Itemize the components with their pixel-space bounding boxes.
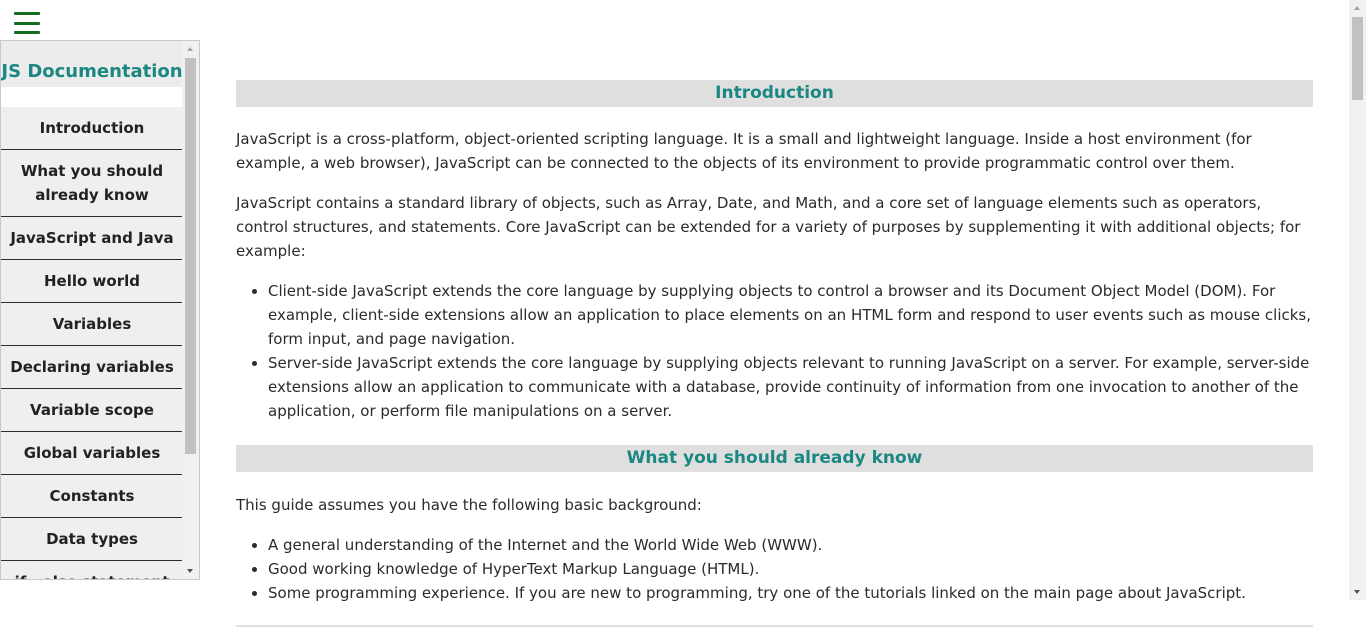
list-item: Some programming experience. If you are … — [268, 581, 1313, 605]
sidebar-scrollbar-thumb[interactable] — [185, 58, 196, 454]
scroll-up-arrow-icon[interactable] — [187, 47, 193, 51]
sidebar-item-global-variables[interactable]: Global variables — [1, 432, 183, 475]
intro-list: Client-side JavaScript extends the core … — [236, 279, 1313, 423]
section-what-you-should-already-know: What you should already know This guide … — [236, 445, 1313, 605]
sidebar-item-constants[interactable]: Constants — [1, 475, 183, 518]
sidebar-item-if-else-statement[interactable]: if...else statement — [1, 561, 183, 579]
sidebar-item-variable-scope[interactable]: Variable scope — [1, 389, 183, 432]
section-heading-introduction: Introduction — [236, 80, 1313, 107]
hamburger-menu-icon[interactable] — [14, 12, 40, 34]
scroll-down-arrow-icon[interactable] — [187, 569, 193, 573]
scroll-up-arrow-icon[interactable] — [1354, 6, 1360, 10]
sidebar-list: JS Documentation Introduction What you s… — [1, 41, 183, 579]
sidebar-spacer — [1, 87, 183, 107]
sidebar-title: JS Documentation — [1, 41, 183, 87]
section-heading-what-you-should-already-know: What you should already know — [236, 445, 1313, 472]
sidebar-item-hello-world[interactable]: Hello world — [1, 260, 183, 303]
section-introduction: Introduction JavaScript is a cross-platf… — [236, 80, 1313, 423]
list-item: Client-side JavaScript extends the core … — [268, 279, 1313, 351]
sidebar-item-declaring-variables[interactable]: Declaring variables — [1, 346, 183, 389]
sidebar-nav: JS Documentation Introduction What you s… — [0, 40, 200, 580]
sidebar-scrollbar[interactable] — [182, 41, 199, 579]
sidebar-item-what-you-should-already-know[interactable]: What you should already know — [1, 150, 183, 217]
background-list: A general understanding of the Internet … — [236, 533, 1313, 605]
sidebar-item-data-types[interactable]: Data types — [1, 518, 183, 561]
list-item: Good working knowledge of HyperText Mark… — [268, 557, 1313, 581]
sidebar-item-introduction[interactable]: Introduction — [1, 107, 183, 150]
intro-paragraph-2: JavaScript contains a standard library o… — [236, 194, 1301, 260]
sidebar-item-variables[interactable]: Variables — [1, 303, 183, 346]
list-item: Server-side JavaScript extends the core … — [268, 351, 1313, 423]
page-scrollbar[interactable] — [1349, 0, 1366, 600]
main-content: Introduction JavaScript is a cross-platf… — [236, 80, 1313, 627]
sidebar-item-javascript-and-java[interactable]: JavaScript and Java — [1, 217, 183, 260]
intro-paragraph-1: JavaScript is a cross-platform, object-o… — [236, 130, 1252, 172]
list-item: A general understanding of the Internet … — [268, 533, 1313, 557]
scroll-down-arrow-icon[interactable] — [1354, 590, 1360, 594]
page-scrollbar-thumb[interactable] — [1352, 17, 1363, 100]
background-paragraph: This guide assumes you have the followin… — [236, 496, 702, 514]
